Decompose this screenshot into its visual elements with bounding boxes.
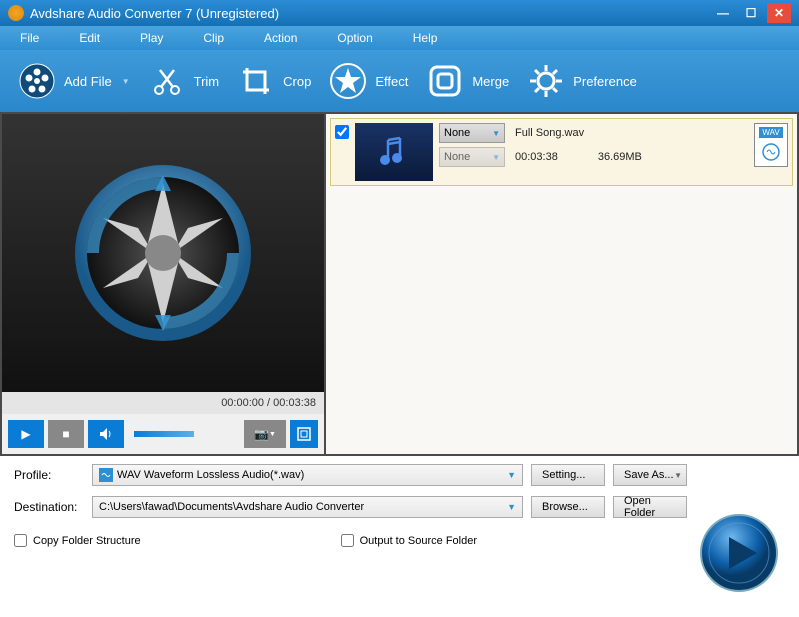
file-meta: None Full Song.wav None 00:03:38 36.69MB bbox=[439, 123, 748, 167]
stop-button[interactable]: ■ bbox=[48, 420, 84, 448]
menu-edit[interactable]: Edit bbox=[79, 31, 100, 45]
crop-label: Crop bbox=[283, 74, 311, 89]
time-display: 00:00:00 / 00:03:38 bbox=[2, 392, 324, 414]
file-checkbox[interactable] bbox=[335, 125, 349, 139]
profile-dropdown[interactable]: WAV Waveform Lossless Audio(*.wav) bbox=[92, 464, 523, 486]
format-icon: WAV bbox=[754, 123, 788, 167]
trim-button[interactable]: Trim bbox=[148, 62, 220, 100]
menu-bar: File Edit Play Clip Action Option Help bbox=[0, 26, 799, 50]
merge-label: Merge bbox=[472, 74, 509, 89]
destination-label: Destination: bbox=[14, 500, 84, 514]
profile-value: WAV Waveform Lossless Audio(*.wav) bbox=[117, 469, 304, 481]
play-button[interactable]: ▶ bbox=[8, 420, 44, 448]
crop-icon bbox=[237, 62, 275, 100]
subtitle-dropdown[interactable]: None bbox=[439, 123, 505, 143]
window-title: Avdshare Audio Converter 7 (Unregistered… bbox=[30, 6, 707, 21]
open-folder-button[interactable]: Open Folder bbox=[613, 496, 687, 518]
close-button[interactable]: ✕ bbox=[767, 3, 791, 23]
scissors-icon bbox=[148, 62, 186, 100]
star-icon bbox=[329, 62, 367, 100]
preview-pane: 00:00:00 / 00:03:38 ▶ ■ 📷▼ bbox=[2, 114, 326, 454]
app-icon bbox=[8, 5, 24, 21]
wav-icon bbox=[99, 468, 113, 482]
bottom-panel: Profile: WAV Waveform Lossless Audio(*.w… bbox=[0, 456, 799, 555]
merge-button[interactable]: Merge bbox=[426, 62, 509, 100]
volume-button[interactable] bbox=[88, 420, 124, 448]
menu-play[interactable]: Play bbox=[140, 31, 163, 45]
snapshot-button[interactable]: 📷▼ bbox=[244, 420, 286, 448]
file-size: 36.69MB bbox=[598, 151, 642, 163]
preview-area bbox=[2, 114, 324, 392]
fullscreen-button[interactable] bbox=[290, 420, 318, 448]
copy-folder-checkbox[interactable]: Copy Folder Structure bbox=[14, 534, 141, 547]
caret-down-icon: ▼ bbox=[122, 77, 130, 86]
file-list: None Full Song.wav None 00:03:38 36.69MB… bbox=[326, 114, 797, 454]
menu-option[interactable]: Option bbox=[337, 31, 372, 45]
file-duration: 00:03:38 bbox=[515, 151, 558, 163]
effect-label: Effect bbox=[375, 74, 408, 89]
audio-dropdown[interactable]: None bbox=[439, 147, 505, 167]
convert-button[interactable] bbox=[699, 513, 779, 593]
film-reel-icon bbox=[18, 62, 56, 100]
output-source-checkbox[interactable]: Output to Source Folder bbox=[341, 534, 477, 547]
file-thumbnail bbox=[355, 123, 433, 181]
titlebar: Avdshare Audio Converter 7 (Unregistered… bbox=[0, 0, 799, 26]
browse-button[interactable]: Browse... bbox=[531, 496, 605, 518]
file-row[interactable]: None Full Song.wav None 00:03:38 36.69MB… bbox=[330, 118, 793, 186]
minimize-button[interactable]: — bbox=[711, 3, 735, 23]
gear-icon bbox=[527, 62, 565, 100]
destination-dropdown[interactable]: C:\Users\fawad\Documents\Avdshare Audio … bbox=[92, 496, 523, 518]
menu-file[interactable]: File bbox=[20, 31, 39, 45]
menu-clip[interactable]: Clip bbox=[203, 31, 224, 45]
reel-graphic bbox=[63, 153, 263, 353]
merge-icon bbox=[426, 62, 464, 100]
crop-button[interactable]: Crop bbox=[237, 62, 311, 100]
preference-label: Preference bbox=[573, 74, 637, 89]
setting-button[interactable]: Setting... bbox=[531, 464, 605, 486]
playback-controls: ▶ ■ 📷▼ bbox=[2, 414, 324, 454]
add-file-button[interactable]: Add File ▼ bbox=[18, 62, 130, 100]
preference-button[interactable]: Preference bbox=[527, 62, 637, 100]
effect-button[interactable]: Effect bbox=[329, 62, 408, 100]
add-file-label: Add File bbox=[64, 74, 112, 89]
trim-label: Trim bbox=[194, 74, 220, 89]
format-label: WAV bbox=[759, 127, 782, 138]
maximize-button[interactable]: ☐ bbox=[739, 3, 763, 23]
volume-slider[interactable] bbox=[134, 431, 194, 437]
profile-label: Profile: bbox=[14, 468, 84, 482]
menu-help[interactable]: Help bbox=[413, 31, 438, 45]
main-area: 00:00:00 / 00:03:38 ▶ ■ 📷▼ None Fu bbox=[0, 112, 799, 456]
save-as-button[interactable]: Save As...▼ bbox=[613, 464, 687, 486]
file-name: Full Song.wav bbox=[515, 127, 584, 139]
menu-action[interactable]: Action bbox=[264, 31, 297, 45]
destination-value: C:\Users\fawad\Documents\Avdshare Audio … bbox=[99, 501, 364, 513]
toolbar: Add File ▼ Trim Crop Effect Merge Prefere… bbox=[0, 50, 799, 112]
